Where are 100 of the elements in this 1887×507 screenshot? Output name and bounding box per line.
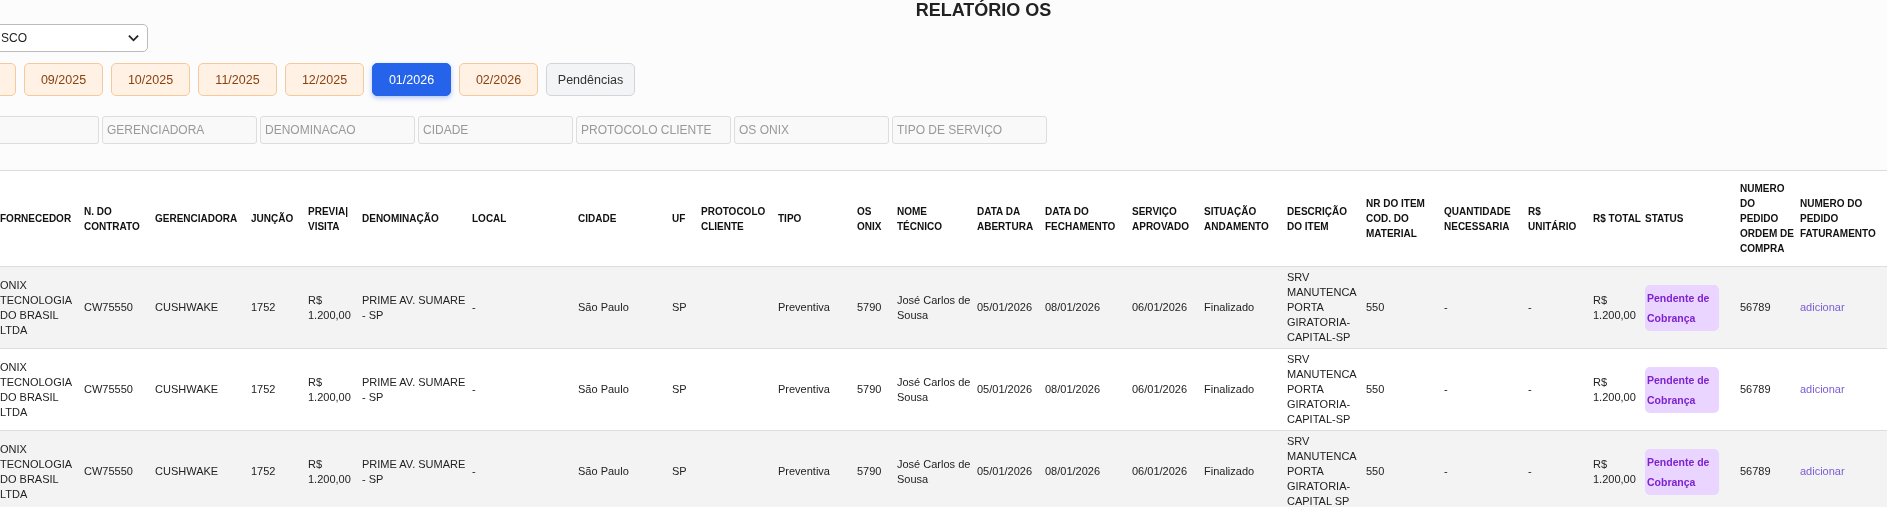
table-cell: CUSHWAKE (155, 301, 219, 313)
table-cell: 06/01/2026 (1132, 301, 1188, 313)
month-button[interactable]: 01/2026 (372, 63, 451, 96)
column-header: GERENCIADORA (155, 170, 251, 267)
table-cell: - (472, 301, 476, 313)
table-cell: 5790 (857, 301, 882, 313)
table-cell: - (1528, 383, 1532, 395)
table-cell: SP (672, 383, 687, 395)
table-cell: José Carlos de Sousa (897, 375, 971, 403)
table-cell: R$ 1.200,00 (1593, 375, 1636, 403)
table-cell: - (1528, 465, 1532, 477)
column-header: R$ TOTAL (1593, 170, 1645, 267)
table-cell: Finalizado (1204, 383, 1255, 395)
table-cell: SRV MANUTENCA PORTA GIRATORIA-CAPITAL-SP (1287, 353, 1357, 425)
table-cell: SRV MANUTENCA PORTA GIRATORIA-CAPITAL-SP (1287, 271, 1357, 343)
filter-field[interactable]: DENOMINACAO (260, 116, 415, 144)
table-cell: ONIX TECNOLOGIA DO BRASIL LTDA (0, 442, 72, 500)
table-cell: 08/01/2026 (1045, 301, 1101, 313)
status-badge: Pendente de Cobrança (1645, 284, 1719, 331)
table-cell: R$ 1.200,00 (1593, 293, 1636, 321)
table-cell: PRIME AV. SUMARE - SP (362, 293, 466, 321)
table-cell: 06/01/2026 (1132, 383, 1188, 395)
table-cell: São Paulo (578, 301, 629, 313)
table-cell: CW75550 (84, 465, 133, 477)
status-badge: Pendente de Cobrança (1645, 448, 1719, 495)
table-cell: José Carlos de Sousa (897, 457, 971, 485)
table-cell: R$ 1.200,00 (308, 293, 351, 321)
column-header: SITUAÇÃO ANDAMENTO (1204, 170, 1287, 267)
table-cell: Finalizado (1204, 465, 1255, 477)
column-header: UF (672, 170, 701, 267)
filter-field[interactable]: CIDADE (418, 116, 573, 144)
table-cell: 08/01/2026 (1045, 383, 1101, 395)
month-button[interactable]: 09/2025 (24, 63, 103, 96)
column-header: DENOMINAÇÃO (362, 170, 472, 267)
month-button[interactable]: 11/2025 (198, 63, 277, 96)
table-cell: 1752 (251, 465, 276, 477)
add-link[interactable]: adicionar (1800, 301, 1845, 313)
column-header: DATA DA ABERTURA (977, 170, 1045, 267)
table-cell: Preventiva (778, 465, 830, 477)
filter-field[interactable]: PROTOCOLO CLIENTE (576, 116, 731, 144)
table-cell: PRIME AV. SUMARE - SP (362, 457, 466, 485)
table-cell: ONIX TECNOLOGIA DO BRASIL LTDA (0, 360, 72, 418)
chevron-down-icon (128, 34, 139, 42)
column-header: NOME TÉCNICO (897, 170, 977, 267)
month-button[interactable]: 10/2025 (111, 63, 190, 96)
table-cell: PRIME AV. SUMARE - SP (362, 375, 466, 403)
table-cell: 1752 (251, 301, 276, 313)
month-button[interactable]: 12/2025 (285, 63, 364, 96)
filter-field[interactable]: OS ONIX (734, 116, 889, 144)
column-header: FORNECEDOR (0, 170, 84, 267)
column-header: DATA DO FECHAMENTO (1045, 170, 1132, 267)
table-cell: R$ 1.200,00 (308, 457, 351, 485)
column-header: NUMERO DO PEDIDO FATURAMENTO (1800, 170, 1887, 267)
filter-field[interactable] (0, 116, 99, 144)
table-cell: R$ 1.200,00 (308, 375, 351, 403)
table-cell: 05/01/2026 (977, 465, 1033, 477)
column-header: OS ONIX (857, 170, 897, 267)
status-badge: Pendente de Cobrança (1645, 366, 1719, 413)
filter-field[interactable]: GERENCIADORA (102, 116, 257, 144)
month-button[interactable]: 02/2026 (459, 63, 538, 96)
column-header: NR DO ITEM COD. DO MATERIAL (1366, 170, 1444, 267)
column-header: STATUS (1645, 170, 1740, 267)
table-cell: José Carlos de Sousa (897, 293, 971, 321)
table-cell: São Paulo (578, 465, 629, 477)
unit-select[interactable]: SCO (0, 24, 148, 52)
add-link[interactable]: adicionar (1800, 383, 1845, 395)
filter-field[interactable]: TIPO DE SERVIÇO (892, 116, 1047, 144)
table-cell: R$ 1.200,00 (1593, 457, 1636, 485)
column-header: QUANTIDADE NECESSARIA (1444, 170, 1528, 267)
column-header: DESCRIÇÃO DO ITEM (1287, 170, 1366, 267)
column-header: JUNÇÃO (251, 170, 308, 267)
table-cell: 5790 (857, 465, 882, 477)
column-header: CIDADE (578, 170, 672, 267)
table-cell: São Paulo (578, 383, 629, 395)
column-header: PROTOCOLO CLIENTE (701, 170, 778, 267)
table-cell: - (1444, 383, 1448, 395)
table-cell: 1752 (251, 383, 276, 395)
table-cell: 550 (1366, 301, 1385, 313)
column-header: SERVIÇO APROVADO (1132, 170, 1204, 267)
table-cell: - (1528, 301, 1532, 313)
table-cell: - (472, 465, 476, 477)
column-header: TIPO (778, 170, 857, 267)
pending-button[interactable]: Pendências (546, 63, 635, 96)
table-cell: 08/01/2026 (1045, 465, 1101, 477)
table-cell: - (472, 383, 476, 395)
column-header: LOCAL (472, 170, 578, 267)
table-cell: 05/01/2026 (977, 301, 1033, 313)
table-cell: 56789 (1740, 301, 1771, 313)
page-title: RELATÓRIO OS (914, 0, 1053, 22)
table-cell: 550 (1366, 383, 1385, 395)
table-cell: 56789 (1740, 465, 1771, 477)
column-header: R$ UNITÁRIO (1528, 170, 1593, 267)
table-cell: CUSHWAKE (155, 465, 219, 477)
table-cell: ONIX TECNOLOGIA DO BRASIL LTDA (0, 278, 72, 336)
table-cell: 05/01/2026 (977, 383, 1033, 395)
table-cell: SP (672, 465, 687, 477)
table-cell: SRV MANUTENCA PORTA GIRATORIA-CAPITAL SP (1287, 435, 1357, 507)
table-cell: CUSHWAKE (155, 383, 219, 395)
table-cell: - (1444, 301, 1448, 313)
add-link[interactable]: adicionar (1800, 465, 1845, 477)
